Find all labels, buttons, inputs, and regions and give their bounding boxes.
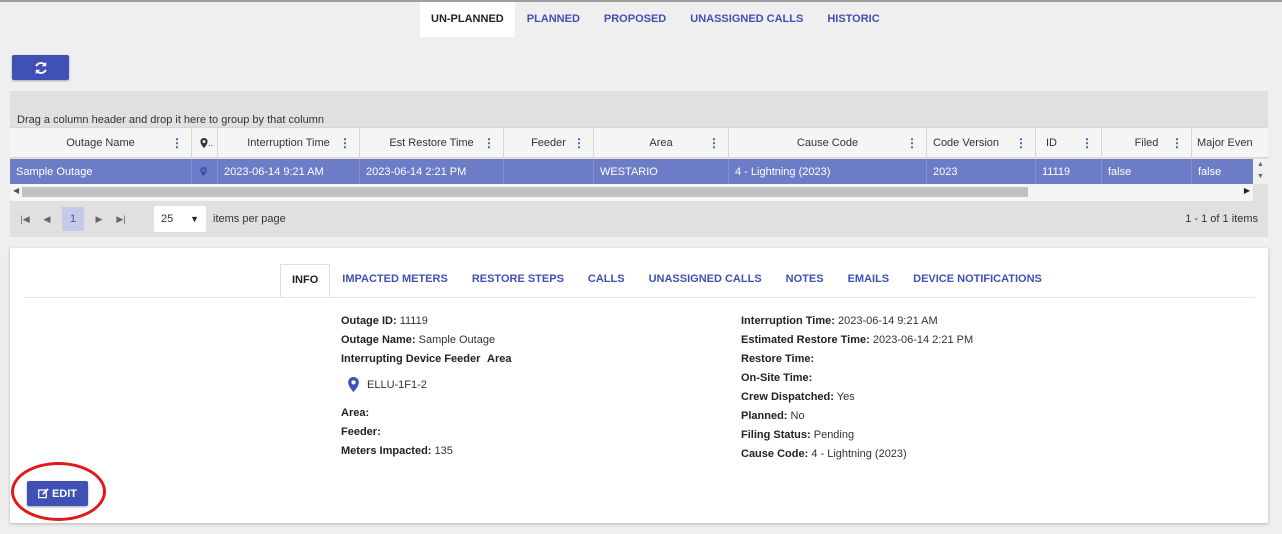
vertical-scrollbar[interactable]: ▲ ▼ xyxy=(1253,159,1268,184)
cell-id: 11119 xyxy=(1036,159,1102,184)
column-menu-icon[interactable]: ⋮ xyxy=(1171,137,1183,149)
pager-info: 1 - 1 of 1 items xyxy=(1185,213,1258,225)
onsite-time-field: On-Site Time: xyxy=(741,372,813,384)
last-page-icon[interactable]: ▶| xyxy=(110,214,132,225)
refresh-button[interactable] xyxy=(12,55,69,80)
area-field: Area: xyxy=(341,407,370,419)
prev-page-icon[interactable]: ◀ xyxy=(36,214,58,225)
group-drop-hint[interactable]: Drag a column header and drop it here to… xyxy=(17,114,324,126)
tab-impacted-meters[interactable]: IMPACTED METERS xyxy=(330,264,460,298)
feeder-field: Feeder: xyxy=(341,426,381,438)
cell-area: WESTARIO xyxy=(594,159,729,184)
cell-interruption-time: 2023-06-14 9:21 AM xyxy=(218,159,360,184)
tab-calls[interactable]: CALLS xyxy=(576,264,637,298)
top-tab-bar: UN-PLANNED PLANNED PROPOSED UNASSIGNED C… xyxy=(420,2,892,37)
refresh-icon xyxy=(34,61,47,74)
interruption-time-field: Interruption Time: 2023-06-14 9:21 AM xyxy=(741,315,938,327)
device-feeder-header: Interrupting Device Feeder xyxy=(341,353,481,365)
tab-notes[interactable]: NOTES xyxy=(774,264,836,298)
map-pin-icon xyxy=(200,137,208,148)
col-header-feeder[interactable]: Feeder ⋮ xyxy=(504,128,594,157)
col-header-major-event[interactable]: Major Even xyxy=(1192,128,1268,157)
col-header-interruption-time[interactable]: Interruption Time ⋮ xyxy=(218,128,360,157)
cause-code-field: Cause Code: 4 - Lightning (2023) xyxy=(741,448,907,460)
scrollbar-thumb[interactable] xyxy=(22,187,1028,197)
scroll-left-icon[interactable]: ◀ xyxy=(13,186,19,195)
map-pin-icon[interactable] xyxy=(348,377,359,392)
first-page-icon[interactable]: |◀ xyxy=(14,214,36,225)
tab-proposed[interactable]: PROPOSED xyxy=(592,2,678,37)
column-menu-icon[interactable]: ⋮ xyxy=(483,137,495,149)
cell-feeder xyxy=(504,159,594,184)
column-menu-icon[interactable]: ⋮ xyxy=(339,137,351,149)
col-header-id[interactable]: ID ⋮ xyxy=(1036,128,1102,157)
tab-info[interactable]: INFO xyxy=(280,264,331,298)
cell-outage-name: Sample Outage xyxy=(10,159,192,184)
col-header-cause-code[interactable]: Cause Code ⋮ xyxy=(729,128,927,157)
tab-planned[interactable]: PLANNED xyxy=(515,2,592,37)
tab-restore-steps[interactable]: RESTORE STEPS xyxy=(460,264,576,298)
col-header-location[interactable]: .. xyxy=(192,128,218,157)
detail-tab-bar: INFO IMPACTED METERS RESTORE STEPS CALLS… xyxy=(280,264,1054,298)
next-page-icon[interactable]: ▶ xyxy=(88,214,110,225)
col-header-area[interactable]: Area ⋮ xyxy=(594,128,729,157)
column-menu-icon[interactable]: ⋮ xyxy=(1081,137,1093,149)
meters-impacted-field: Meters Impacted: 135 xyxy=(341,445,453,457)
edit-button[interactable]: EDIT xyxy=(27,481,88,506)
outage-name-field: Outage Name: Sample Outage xyxy=(341,334,496,346)
col-header-filed[interactable]: Filed ⋮ xyxy=(1102,128,1192,157)
cell-cause-code: 4 - Lightning (2023) xyxy=(729,159,927,184)
column-menu-icon[interactable]: ⋮ xyxy=(171,137,183,149)
edit-icon xyxy=(38,488,49,499)
grid-header-row: Outage Name ⋮ .. Interruption Time ⋮ Est R… xyxy=(10,127,1268,158)
outage-id-field: Outage ID: 11119 xyxy=(341,315,428,327)
chevron-down-icon: ▼ xyxy=(190,214,199,224)
col-header-outage-name[interactable]: Outage Name ⋮ xyxy=(10,128,192,157)
table-row[interactable]: Sample Outage 2023-06-14 9:21 AM 2023-06… xyxy=(10,159,1253,184)
tab-divider xyxy=(24,297,1254,298)
cell-code-version: 2023 xyxy=(927,159,1036,184)
pager: |◀ ◀ 1 ▶ ▶| 25 ▼ items per page 1 - 1 of… xyxy=(10,201,1268,237)
tab-historic[interactable]: HISTORIC xyxy=(815,2,891,37)
tab-un-planned[interactable]: UN-PLANNED xyxy=(420,2,515,37)
tab-unassigned-calls[interactable]: UNASSIGNED CALLS xyxy=(678,2,815,37)
crew-dispatched-field: Crew Dispatched: Yes xyxy=(741,391,855,403)
page-size-select[interactable]: 25 ▼ xyxy=(154,206,206,232)
est-restore-time-field: Estimated Restore Time: 2023-06-14 2:21 … xyxy=(741,334,974,346)
col-header-est-restore-time[interactable]: Est Restore Time ⋮ xyxy=(360,128,504,157)
column-menu-icon[interactable]: ⋮ xyxy=(708,137,720,149)
page-number[interactable]: 1 xyxy=(62,207,84,231)
column-menu-icon[interactable]: ⋮ xyxy=(573,137,585,149)
tab-unassigned-calls[interactable]: UNASSIGNED CALLS xyxy=(637,264,774,298)
area-header: Area xyxy=(487,353,512,365)
tab-emails[interactable]: EMAILS xyxy=(836,264,902,298)
column-menu-icon[interactable]: ⋮ xyxy=(1015,137,1027,149)
detail-panel: INFO IMPACTED METERS RESTORE STEPS CALLS… xyxy=(10,248,1268,523)
items-per-page-label: items per page xyxy=(213,213,286,225)
map-pin-icon xyxy=(200,167,207,176)
restore-time-field: Restore Time: xyxy=(741,353,815,365)
cell-filed: false xyxy=(1102,159,1192,184)
col-header-code-version[interactable]: Code Version ⋮ xyxy=(927,128,1036,157)
cell-est-restore-time: 2023-06-14 2:21 PM xyxy=(360,159,504,184)
cell-location[interactable] xyxy=(192,159,218,184)
device-name: ELLU-1F1-2 xyxy=(367,379,427,391)
cell-major-event: false xyxy=(1198,165,1222,178)
scroll-right-icon[interactable]: ▶ xyxy=(1244,186,1250,195)
filing-status-field: Filing Status: Pending xyxy=(741,429,855,441)
planned-field: Planned: No xyxy=(741,410,805,422)
outage-grid: Drag a column header and drop it here to… xyxy=(10,91,1268,237)
tab-device-notifications[interactable]: DEVICE NOTIFICATIONS xyxy=(901,264,1054,298)
horizontal-scrollbar[interactable]: ◀ ▶ xyxy=(10,184,1253,201)
column-menu-icon[interactable]: ⋮ xyxy=(906,137,918,149)
